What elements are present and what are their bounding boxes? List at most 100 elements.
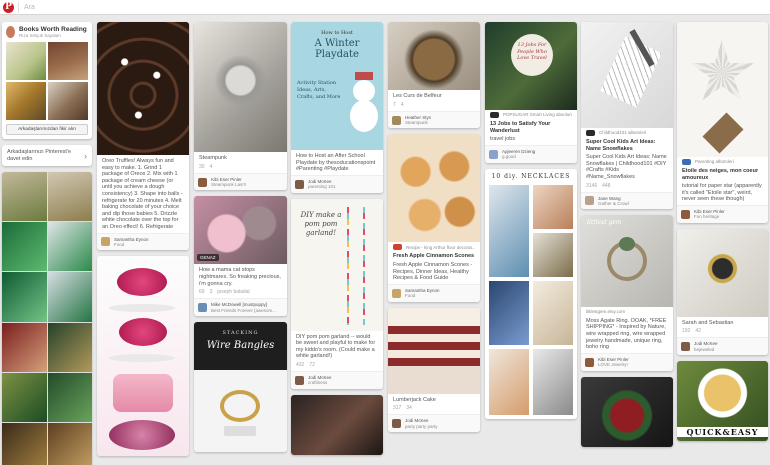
pin-image[interactable]: littlest gem: [581, 215, 673, 308]
column-2: Oreo Truffles! Always fun and easy to ma…: [97, 22, 189, 462]
pin-image[interactable]: [677, 228, 768, 317]
pin-card[interactable]: littlest gem littlestgem.etsy.com Moss A…: [581, 215, 673, 371]
pin-card[interactable]: Lumberjack Cake 317 34 Jodi McKee party pa…: [388, 307, 480, 432]
avatar[interactable]: [6, 26, 15, 38]
pin-card[interactable]: 10 diy. NECKLACES: [485, 168, 577, 419]
pin-card[interactable]: [291, 394, 383, 455]
source-icon: [393, 244, 402, 251]
pin-image[interactable]: [291, 394, 383, 455]
source-icon: [586, 130, 595, 136]
pin-card[interactable]: GENAZ How a mama cat stops nightmares. S…: [194, 196, 287, 316]
pin-image[interactable]: [677, 22, 768, 157]
pin-source[interactable]: POPSUGAR Smart Living absolum: [485, 110, 577, 118]
avatar: [295, 375, 304, 385]
pin-image-grid[interactable]: [2, 172, 92, 465]
pin-attribution[interactable]: Apjeeren Dzieng g.good: [485, 144, 577, 163]
pin-card[interactable]: stacking Wire Bangles: [194, 322, 287, 452]
pin-image[interactable]: [194, 22, 287, 152]
top-bar: P Ara: [0, 0, 770, 15]
pin-description: travel jobs: [490, 136, 516, 143]
pin-card[interactable]: [581, 376, 673, 447]
pin-image[interactable]: 10 diy. NECKLACES: [485, 168, 577, 419]
pin-description: Moss Agate Ring. OOAK, *FREE SHIPPING* -…: [586, 317, 667, 351]
pin-source[interactable]: Recipe - king Arthur flour decorat...: [388, 242, 480, 251]
pin-card[interactable]: [97, 256, 189, 457]
board-title[interactable]: Books Worth Reading: [19, 26, 87, 33]
column-5: Les Curs de Belfeur 74 Heather Stys Steam…: [388, 22, 480, 438]
ask-friends-button[interactable]: Arkadaşlarımızdan fikir alın: [6, 124, 88, 135]
pin-stats: 3146 448: [586, 182, 611, 189]
pin-image-subtitle: Activity Station Ideas, Arts, Crafts, an…: [297, 80, 341, 100]
board-card[interactable]: Books Worth Reading Rıza Selçuk Saydam A…: [2, 22, 92, 139]
avatar: [585, 196, 594, 206]
pin-attribution[interactable]: Jodi McKee party party party: [388, 414, 480, 432]
pin-image[interactable]: 13 Jobs For People Who Love Travel: [485, 22, 577, 110]
pin-board: craftiness: [308, 380, 328, 386]
pin-card[interactable]: Parenting albümleri Etoile des neiges, m…: [677, 22, 768, 223]
board-thumb: [48, 82, 88, 120]
pin-image[interactable]: [388, 307, 480, 394]
pin-board: bejeweled: [694, 346, 715, 352]
invite-card[interactable]: Arkadaşlarınızı Pinterest'e davet edin ›: [2, 145, 92, 166]
board-owner[interactable]: Rıza Selçuk Saydam: [19, 33, 87, 38]
search-input[interactable]: Ara: [18, 2, 768, 13]
pin-image[interactable]: How to Host A Winter Playdate Activity S…: [291, 22, 383, 150]
pin-attribution[interactable]: Kibi Eser Pinler Fun heritage: [677, 204, 768, 223]
pin-image-title: Wire Bangles: [206, 340, 275, 351]
avatar: [101, 237, 110, 247]
board-thumbnails[interactable]: [6, 42, 88, 120]
pin-board: Food: [405, 293, 416, 299]
pin-image-title: A Winter Playdate: [314, 38, 360, 60]
pin-board: Food: [114, 241, 125, 247]
avatar: [198, 303, 207, 313]
pin-description: Sarah and Sebastian: [682, 319, 734, 326]
pin-image[interactable]: [388, 134, 480, 243]
pin-image[interactable]: stacking Wire Bangles: [194, 322, 287, 452]
pin-attribution[interactable]: Kibi Eser Pinler Steampunk Las!!!: [194, 172, 287, 191]
pin-attribution[interactable]: Kibi Eser Pinler LOVE Jewelry!: [581, 352, 673, 371]
pin-attribution[interactable]: Samantha Eynon Food: [388, 283, 480, 302]
source-icon: [490, 112, 499, 118]
pinterest-logo-icon[interactable]: P: [3, 2, 14, 13]
pin-attribution[interactable]: Jodi McKee parenting 101: [291, 174, 383, 193]
pin-card[interactable]: QUICK&EASY: [677, 361, 768, 442]
pin-attribution[interactable]: Samantha Eynon Food: [97, 232, 189, 251]
pin-image-title: DIY make a pom pom garland!: [300, 210, 342, 237]
pin-board: LOVE Jewelry!: [598, 362, 628, 368]
pin-card[interactable]: Childhood101 albümleri Super Cool Kids A…: [581, 22, 673, 210]
pin-stats: 432 72: [296, 361, 315, 368]
pin-attribution[interactable]: Jane Wang Gather & Crowl: [581, 191, 673, 210]
column-6: 13 Jobs For People Who Love Travel POPSU…: [485, 22, 577, 425]
pin-card[interactable]: Les Curs de Belfeur 74 Heather Stys Steam…: [388, 22, 480, 129]
pin-card[interactable]: Oreo Truffles! Always fun and easy to ma…: [97, 22, 189, 251]
pin-title: Super Cool Kids Art Ideas: Name Snowflak…: [586, 139, 656, 152]
pin-attribution[interactable]: Jodi McKee craftiness: [291, 370, 383, 389]
column-4: How to Host A Winter Playdate Activity S…: [291, 22, 383, 461]
pin-image[interactable]: [581, 22, 673, 128]
pin-source[interactable]: littlestgem.etsy.com: [581, 307, 673, 315]
pin-description: Oreo Truffles! Always fun and easy to ma…: [102, 158, 183, 230]
pin-description: Steampunk: [199, 155, 227, 161]
pin-image[interactable]: QUICK&EASY: [677, 361, 768, 442]
pin-image[interactable]: [97, 256, 189, 457]
board-thumb: [6, 42, 46, 80]
pin-source[interactable]: Childhood101 albümleri: [581, 128, 673, 136]
pin-image[interactable]: [388, 22, 480, 90]
pin-card[interactable]: How to Host A Winter Playdate Activity S…: [291, 22, 383, 193]
pin-image-title: 13 Jobs For People Who Love Travel: [517, 42, 547, 61]
pin-image[interactable]: DIY make a pom pom garland!: [291, 198, 383, 331]
pin-image[interactable]: [581, 376, 673, 447]
pin-attribution[interactable]: Mike McDowell [mustpuppy] Best Friends Fo…: [194, 298, 287, 316]
pin-image[interactable]: [97, 22, 189, 155]
avatar: [585, 357, 594, 367]
pin-attribution[interactable]: Jodi McKee bejeweled: [677, 337, 768, 356]
pin-attribution[interactable]: Heather Stys Steampunk: [388, 110, 480, 129]
pin-source[interactable]: Parenting albümleri: [677, 157, 768, 165]
pin-card[interactable]: 13 Jobs For People Who Love Travel POPSU…: [485, 22, 577, 163]
pin-card[interactable]: Recipe - king Arthur flour decorat... Fr…: [388, 134, 480, 302]
pin-card[interactable]: Steampunk 30 4 Kibi Eser Pinler Steampunk …: [194, 22, 287, 191]
pin-image[interactable]: GENAZ: [194, 196, 287, 265]
board-thumb: [6, 82, 46, 120]
pin-card[interactable]: Sarah and Sebastian 192 42 Jodi McKee beje…: [677, 228, 768, 356]
pin-card[interactable]: DIY make a pom pom garland! DIY pom pom …: [291, 198, 383, 389]
